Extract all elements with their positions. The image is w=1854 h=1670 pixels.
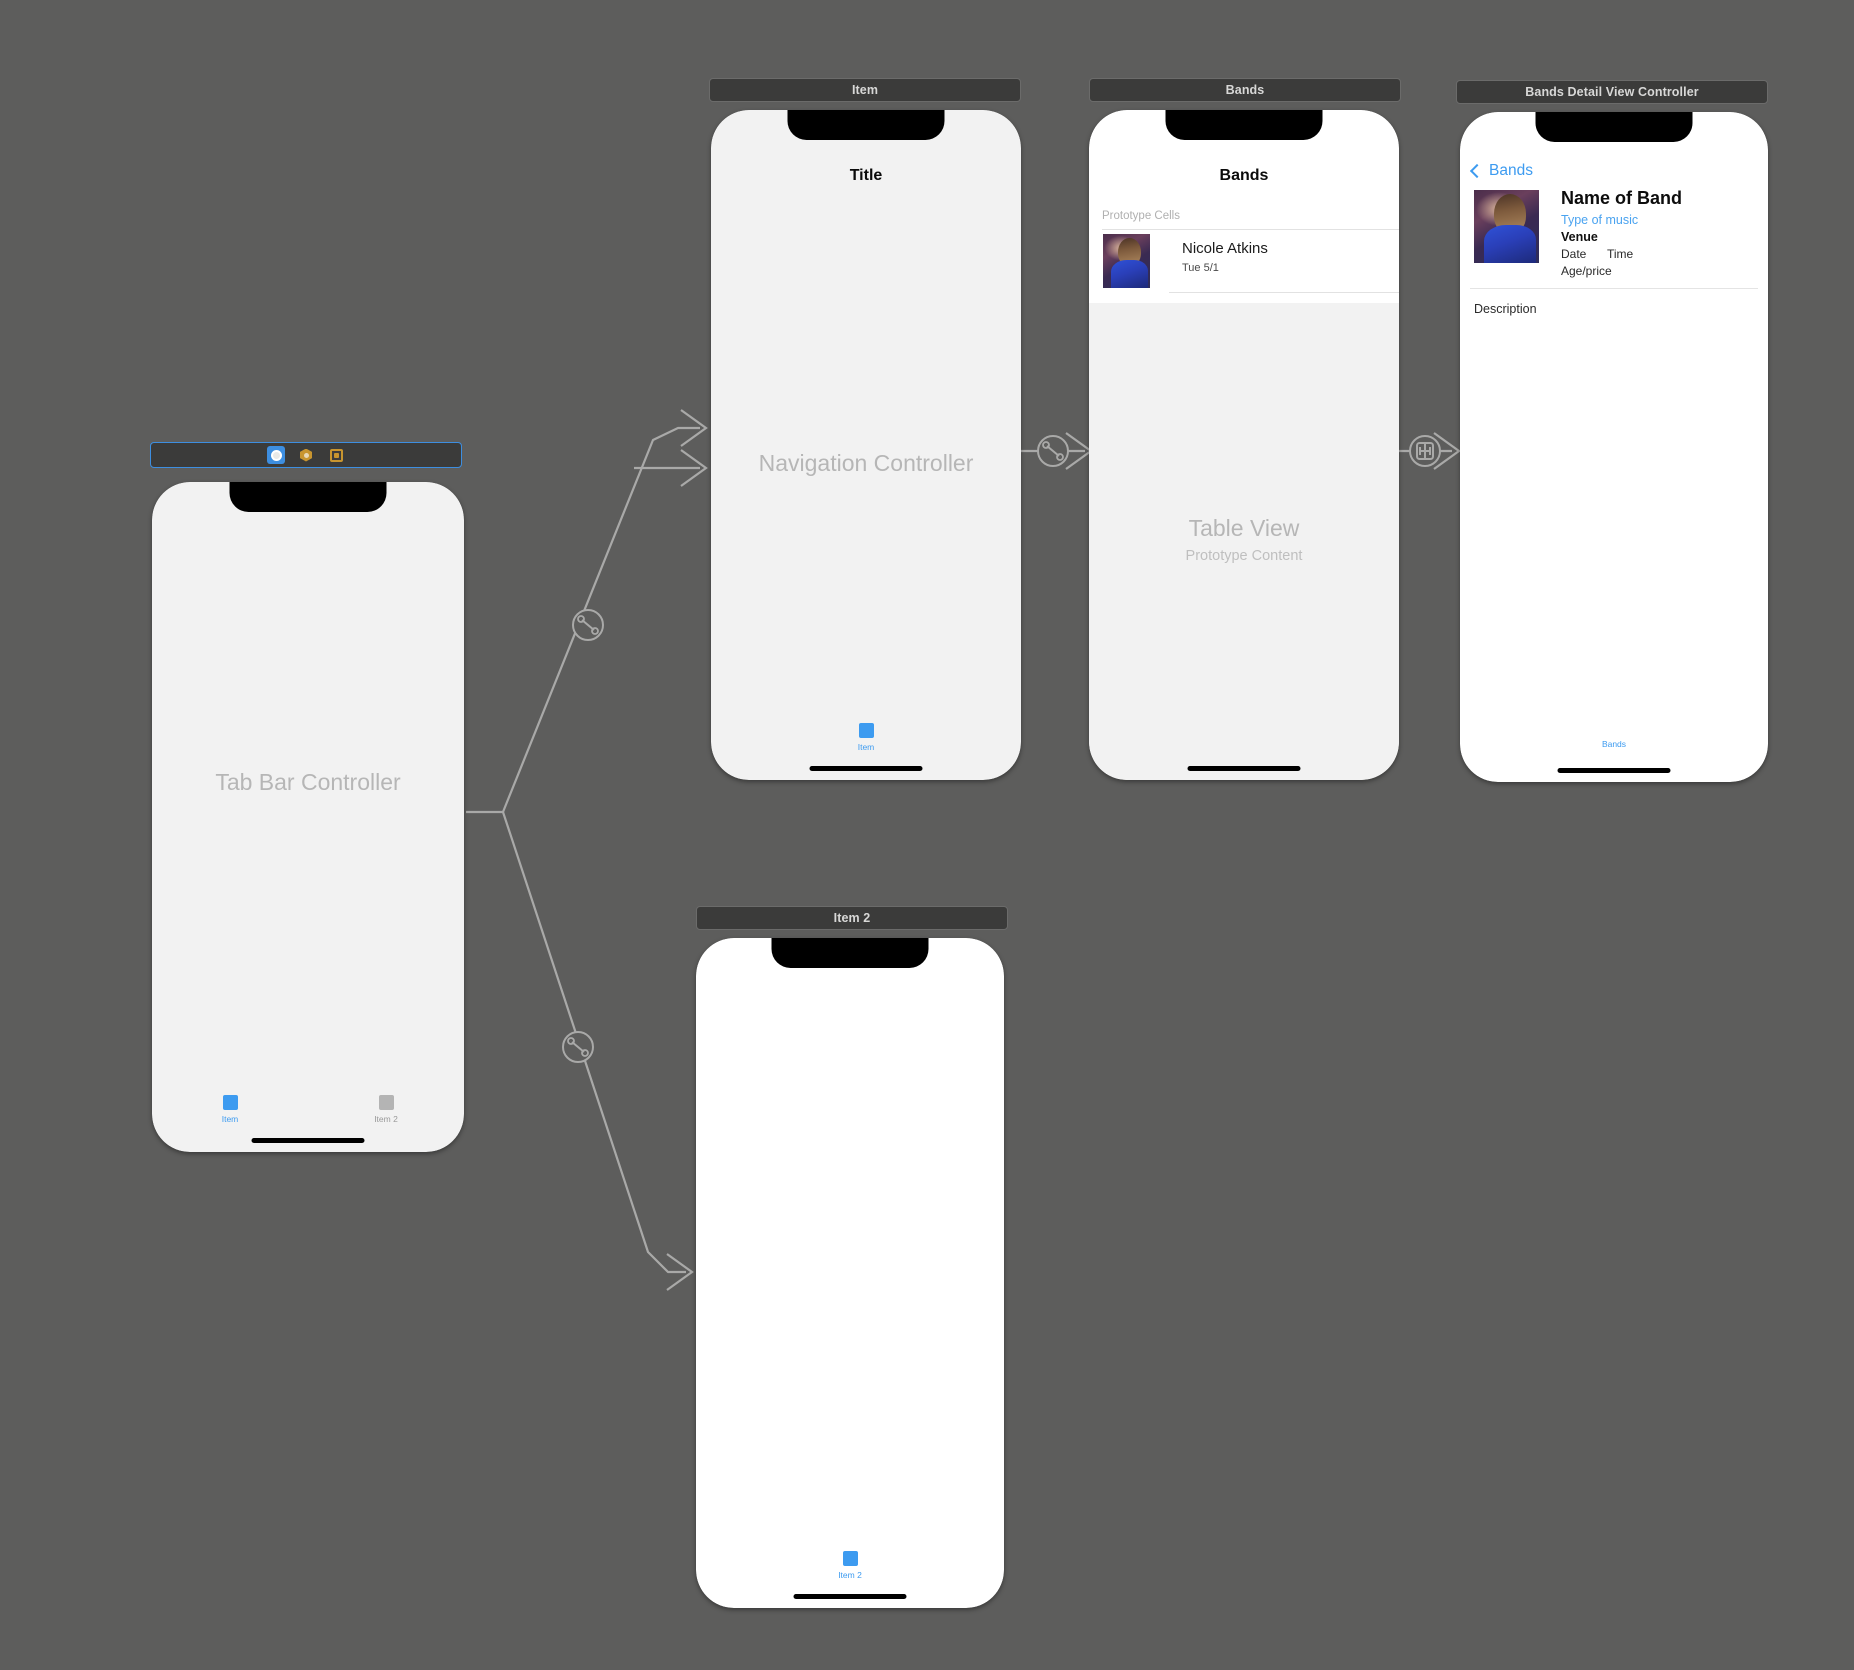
home-indicator <box>793 1594 907 1599</box>
scene-header-bands-label: Bands <box>1225 83 1265 97</box>
scene-header-item2-label: Item 2 <box>833 911 871 925</box>
tab-item-icon <box>858 723 874 738</box>
device-notch <box>1535 112 1693 142</box>
device-notch <box>787 110 945 140</box>
tab-bar-controller-placeholder: Tab Bar Controller <box>215 769 401 795</box>
first-responder-icon[interactable] <box>297 446 315 464</box>
detail-separator <box>1470 288 1758 289</box>
home-indicator <box>1187 766 1301 771</box>
back-chevron-icon[interactable] <box>1469 163 1485 179</box>
band-name-label: Name of Band <box>1561 188 1683 208</box>
cell-title-label: Nicole Atkins <box>1182 240 1268 257</box>
device-notch <box>1165 110 1323 140</box>
scene-bands-detail-view-controller[interactable]: Bands Name of Band Type of music Venue D… <box>1460 112 1768 782</box>
tab-bar-item-item2[interactable]: Item 2 <box>696 1551 1004 1580</box>
scene-header-item[interactable]: Item <box>709 78 1021 102</box>
table-view-placeholder: Table View <box>1188 515 1300 541</box>
relationship-icon <box>1037 435 1069 467</box>
device-notch <box>229 482 387 512</box>
nav-bar-title: Bands <box>1219 167 1269 184</box>
navigation-controller-screen: Title Navigation Controller Item <box>711 110 1021 780</box>
first-responder-glyph <box>300 448 312 462</box>
exit-glyph <box>329 448 343 462</box>
time-label: Time <box>1607 247 1634 261</box>
tab-item2-label: Item 2 <box>838 1570 862 1580</box>
bottom-tab-label: Bands <box>1601 739 1627 749</box>
table-row[interactable]: Nicole Atkins Tue 5/1 <box>1089 230 1399 292</box>
tab-bar[interactable]: Item <box>711 723 1021 752</box>
tab-bar[interactable]: Item 2 <box>696 1551 1004 1580</box>
device-notch <box>771 938 929 968</box>
cell-bottom-separator <box>1169 292 1399 293</box>
tab-item-label: Item <box>221 1114 239 1124</box>
description-label: Description <box>1474 302 1537 316</box>
navigation-controller-placeholder: Navigation Controller <box>758 450 974 476</box>
view-controller-glyph <box>270 449 282 461</box>
scene-dock-tab-bar-controller[interactable] <box>150 442 462 468</box>
relationship-icon <box>572 609 604 641</box>
music-type-label: Type of music <box>1561 213 1639 227</box>
scene-header-item-label: Item <box>851 83 879 97</box>
table-view-placeholder-sub: Prototype Content <box>1185 548 1303 564</box>
relationship-icon <box>562 1031 594 1063</box>
table-section-header: Prototype Cells <box>1102 210 1180 222</box>
home-indicator <box>1557 768 1671 773</box>
date-label: Date <box>1561 247 1587 261</box>
home-indicator <box>251 1138 365 1143</box>
cell-thumbnail <box>1103 234 1150 288</box>
scene-navigation-controller[interactable]: Title Navigation Controller Item <box>711 110 1021 780</box>
age-price-label: Age/price <box>1561 264 1612 278</box>
band-thumbnail <box>1474 190 1539 263</box>
tab-bar-item-item[interactable]: Item <box>711 723 1021 752</box>
scene-header-bands[interactable]: Bands <box>1089 78 1401 102</box>
venue-label: Venue <box>1561 230 1598 244</box>
view-controller-icon[interactable] <box>267 446 285 464</box>
back-button-label[interactable]: Bands <box>1489 162 1533 180</box>
tab-item-label: Item <box>857 742 875 752</box>
nav-bar-title: Title <box>849 167 883 184</box>
tab-item-icon <box>222 1095 238 1110</box>
exit-icon[interactable] <box>327 446 345 464</box>
scene-tab-bar-controller[interactable]: Tab Bar Controller Item Item 2 <box>152 482 464 1152</box>
scene-header-item2[interactable]: Item 2 <box>696 906 1008 930</box>
tab-bar[interactable]: Item Item 2 <box>152 1095 464 1124</box>
tab-bar-item-item[interactable]: Item <box>152 1095 308 1124</box>
tab-bar-item-item2[interactable]: Item 2 <box>308 1095 464 1124</box>
bands-screen: Bands Prototype Cells Nicole Atkins Tue … <box>1089 110 1399 780</box>
scene-bands-table-view[interactable]: Bands Prototype Cells Nicole Atkins Tue … <box>1089 110 1399 780</box>
tab-bar-controller-screen: Tab Bar Controller Item Item 2 <box>152 482 464 1152</box>
scene-header-bands-detail-label: Bands Detail View Controller <box>1525 85 1699 99</box>
tab-item2-label: Item 2 <box>374 1114 398 1124</box>
tab-item2-icon <box>378 1095 394 1110</box>
storyboard-canvas[interactable]: Tab Bar Controller Item Item 2 Item Titl… <box>0 0 1854 1670</box>
scene-item2-view-controller[interactable]: Item 2 <box>696 938 1004 1608</box>
scene-header-bands-detail[interactable]: Bands Detail View Controller <box>1456 80 1768 104</box>
show-segue-icon <box>1409 435 1441 467</box>
cell-subtitle-label: Tue 5/1 <box>1182 262 1219 274</box>
home-indicator <box>809 766 923 771</box>
bands-detail-screen: Bands Name of Band Type of music Venue D… <box>1460 112 1768 782</box>
item2-screen: Item 2 <box>696 938 1004 1608</box>
tab-item2-icon <box>842 1551 858 1566</box>
